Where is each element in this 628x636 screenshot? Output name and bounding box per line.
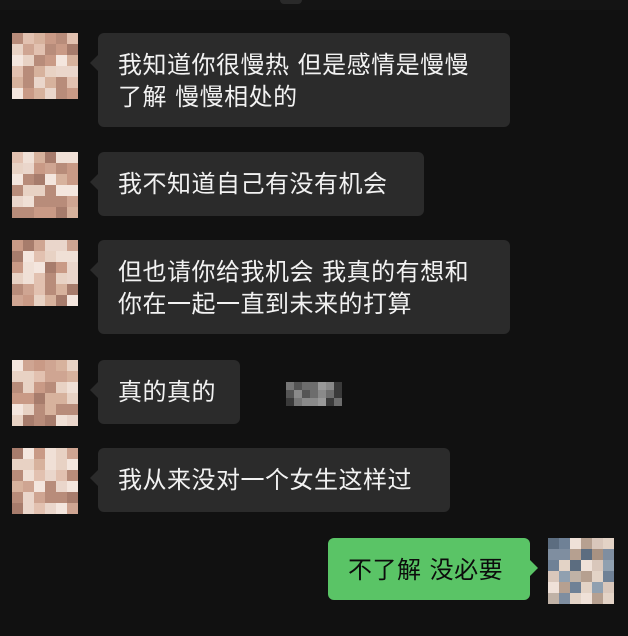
message-bubble[interactable]: 真的真的 [90,360,240,424]
top-edge [0,0,628,10]
message-text-line: 真的真的 [118,378,216,406]
contact-avatar[interactable] [12,152,78,218]
my-avatar[interactable] [548,538,614,604]
contact-avatar[interactable] [12,33,78,99]
my-message-bubble[interactable]: 不了解 没必要 [328,538,538,600]
message-bubble[interactable]: 但也请你给我机会 我真的有想和 你在一起一直到未来的打算 [90,240,510,334]
message-text-line: 我不知道自己有没有机会 [118,170,388,198]
message-text-line: 我从来没对一个女生这样过 [118,466,412,494]
scroll-grip [280,0,302,4]
contact-avatar[interactable] [12,360,78,426]
message-text-line: 不了解 没必要 [348,556,504,584]
message-bubble[interactable]: 我从来没对一个女生这样过 [90,448,450,512]
redacted-mark [286,382,342,406]
contact-avatar[interactable] [12,240,78,306]
contact-avatar[interactable] [12,448,78,514]
message-bubble[interactable]: 我知道你很慢热 但是感情是慢慢 了解 慢慢相处的 [90,33,510,127]
message-bubble[interactable]: 我不知道自己有没有机会 [90,152,424,216]
